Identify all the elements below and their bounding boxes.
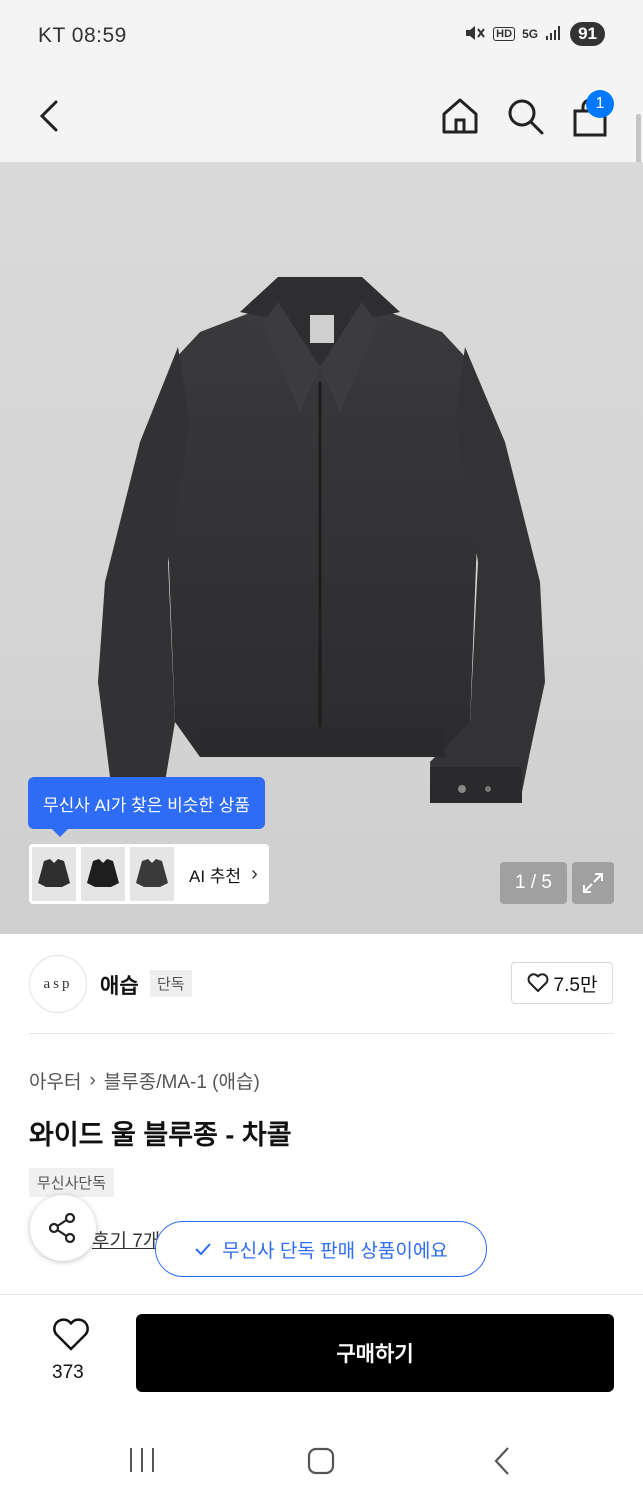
breadcrumb-item[interactable]: 아우터 [29, 1067, 81, 1094]
cart-count-badge: 1 [586, 90, 614, 118]
exclusive-toast: 무신사 단독 판매 상품이에요 [155, 1221, 487, 1277]
image-page-counter: 1 / 5 [500, 862, 567, 904]
recent-apps-icon[interactable] [128, 1446, 156, 1479]
exclusive-tag: 무신사단독 [29, 1168, 115, 1197]
network-icon: 5G [522, 27, 539, 41]
brand-like-button[interactable]: 7.5만 [511, 962, 613, 1004]
chevron-right-icon: › [89, 1069, 96, 1091]
review-link[interactable]: 후기 7개 [92, 1226, 160, 1253]
toast-text: 무신사 단독 판매 상품이에요 [222, 1240, 448, 1262]
breadcrumb: 아우터 › 블루종/MA-1 (애습) [29, 1067, 260, 1094]
share-icon [48, 1212, 76, 1244]
status-icons: HD 5G 91 [464, 22, 605, 46]
ai-similar-tooltip[interactable]: 무신사 AI가 찾은 비슷한 상품 [28, 777, 265, 837]
back-nav-icon[interactable] [492, 1446, 512, 1481]
back-icon[interactable] [30, 94, 70, 138]
brand-like-count: 7.5만 [553, 974, 598, 996]
home-icon[interactable] [438, 94, 482, 138]
breadcrumb-item[interactable]: 블루종/MA-1 (애습) [104, 1067, 260, 1094]
share-button[interactable] [30, 1195, 96, 1261]
hd-icon: HD [493, 27, 516, 41]
brand-logo[interactable]: asp [29, 955, 87, 1013]
recommend-thumbnail[interactable] [130, 847, 174, 901]
chevron-right-icon: › [251, 862, 258, 885]
status-time: KT 08:59 [38, 24, 127, 47]
recommend-thumbnail[interactable] [32, 847, 76, 901]
expand-icon[interactable] [572, 862, 614, 904]
battery-indicator: 91 [570, 22, 605, 46]
product-title: 와이드 울 블루종 - 차콜 [29, 1120, 292, 1150]
home-nav-icon[interactable] [306, 1446, 336, 1481]
search-icon[interactable] [503, 94, 547, 138]
heart-icon[interactable] [52, 1318, 90, 1357]
recommend-thumbnail[interactable] [81, 847, 125, 901]
heart-icon [527, 973, 548, 992]
ai-recommend-card[interactable]: AI 추천 › [29, 844, 269, 904]
signal-icon [545, 25, 563, 44]
mute-icon [464, 23, 486, 46]
divider [29, 1033, 614, 1034]
ai-recommend-label: AI 추천 [189, 866, 242, 886]
exclusive-badge: 단독 [150, 970, 192, 997]
brand-name[interactable]: 애습 [100, 970, 139, 1000]
wish-count: 373 [52, 1362, 84, 1383]
check-icon [195, 1243, 211, 1256]
buy-button[interactable]: 구매하기 [136, 1314, 614, 1392]
